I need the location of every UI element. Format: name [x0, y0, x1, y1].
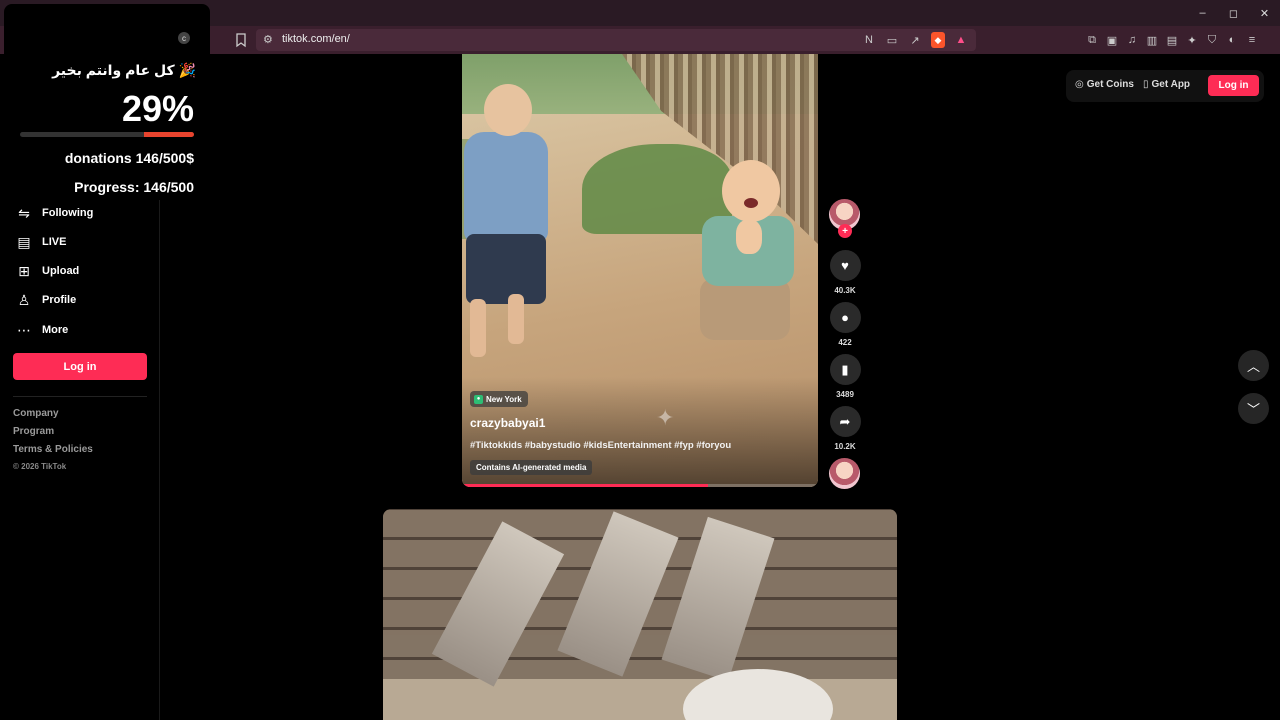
overlay-greeting: 🎉 كل عام وانتم بخير: [52, 62, 196, 78]
tab-icon[interactable]: ▣: [1105, 32, 1119, 48]
window-controls: – ◻ ✕: [1187, 0, 1280, 26]
brave-rewards-icon[interactable]: ▲: [954, 32, 968, 48]
leo-ai-icon[interactable]: ✦: [1185, 32, 1199, 48]
donation-progress-fill: [143, 132, 194, 137]
overlay-donations: donations 146/500$: [64, 150, 194, 166]
sidebar-login-button[interactable]: Log in: [13, 353, 147, 380]
video-player[interactable]: ✦ ● New York crazybabyai1 #Tiktokkids #b…: [462, 54, 818, 487]
phone-icon: ▯: [1143, 79, 1149, 90]
media-icon[interactable]: ♫: [1125, 32, 1139, 48]
sidebar-item-upload[interactable]: ⊞ Upload: [16, 261, 79, 281]
footer-link-company[interactable]: Company: [13, 408, 59, 419]
share-icon[interactable]: ↗: [908, 32, 922, 48]
profile-icon: ♙: [17, 291, 31, 308]
sidebar: ⇋ Following ▤ LIVE ⊞ Upload ♙ Profile ⋯ …: [0, 200, 160, 720]
copyright: © 2026 TikTok: [13, 462, 67, 471]
video-hashtags[interactable]: #Tiktokkids #babystudio #kidsEntertainme…: [470, 440, 731, 451]
cast-icon[interactable]: ▭: [885, 32, 899, 48]
location-tag[interactable]: ● New York: [470, 391, 528, 407]
overlay-percent: 29%: [121, 88, 194, 129]
minimize-button[interactable]: –: [1187, 0, 1218, 26]
share-action[interactable]: ➦ 10.2K: [829, 406, 861, 451]
save-action[interactable]: ▮ 3489: [829, 354, 861, 399]
video-progress-fill: [462, 484, 708, 487]
follow-plus-icon[interactable]: +: [838, 224, 852, 238]
video-username[interactable]: crazybabyai1: [470, 416, 545, 430]
donation-overlay: c 🎉 كل عام وانتم بخير 29% donations 146/…: [4, 4, 210, 200]
footer-link-program[interactable]: Program: [13, 426, 54, 437]
location-icon: ●: [474, 394, 483, 404]
overlay-progress: Progress: 146/500: [74, 179, 194, 195]
following-icon: ⇋: [18, 204, 30, 221]
url-text: tiktok.com/en/: [282, 33, 350, 45]
footer-link-terms[interactable]: Terms & Policies: [13, 444, 93, 455]
donation-progress-bar: [20, 132, 194, 137]
live-icon: ▤: [17, 233, 31, 250]
sidebar-item-more[interactable]: ⋯ More: [16, 320, 68, 340]
running-child: [462, 84, 552, 357]
close-button[interactable]: ✕: [1249, 0, 1280, 26]
get-app-button[interactable]: ▯ Get App: [1143, 79, 1190, 90]
sidebar-toggle-icon[interactable]: ▥: [1145, 32, 1159, 48]
bookmark-save-icon[interactable]: ▮: [829, 354, 861, 385]
brave-shields-icon[interactable]: ◆: [931, 32, 945, 48]
sidebar-divider: [13, 396, 147, 397]
maximize-button[interactable]: ◻: [1218, 0, 1249, 26]
more-icon: ⋯: [17, 321, 31, 338]
crying-child: [692, 160, 802, 360]
sidebar-item-live[interactable]: ▤ LIVE: [16, 232, 66, 252]
overlay-logo-icon: c: [178, 32, 190, 44]
menu-icon[interactable]: ≡: [1245, 32, 1259, 48]
next-video-button[interactable]: ﹀: [1238, 393, 1269, 424]
get-coins-button[interactable]: ◎ Get Coins: [1075, 79, 1134, 90]
like-action[interactable]: ♥ 40.3K: [829, 250, 861, 295]
chevron-up-icon: ︿: [1246, 359, 1260, 374]
header-actions: ◎ Get Coins ▯ Get App Log in: [1066, 70, 1264, 102]
bookmark-icon[interactable]: [233, 32, 249, 48]
heart-icon[interactable]: ♥: [829, 250, 861, 281]
next-video-preview[interactable]: [383, 509, 897, 720]
previous-video-button[interactable]: ︿: [1238, 350, 1269, 381]
chevron-down-icon: ﹀: [1246, 402, 1260, 417]
profile-avatar-icon[interactable]: ◐: [1225, 32, 1239, 48]
sparkle-icon: ✦: [656, 405, 675, 430]
extensions-icon[interactable]: ⧉: [1085, 32, 1099, 48]
site-settings-icon[interactable]: ⚙: [263, 33, 273, 46]
header-login-button[interactable]: Log in: [1208, 75, 1259, 96]
comment-icon[interactable]: ●: [829, 302, 861, 333]
vpn-icon[interactable]: ⛉: [1205, 32, 1219, 48]
extension-icons: ⧉ ▣ ♫ ▥ ▤ ✦ ⛉ ◐ ≡: [1085, 32, 1259, 48]
translate-icon[interactable]: N: [862, 32, 876, 48]
sound-avatar[interactable]: [829, 458, 860, 489]
sidebar-item-following[interactable]: ⇋ Following: [16, 203, 93, 223]
upload-icon: ⊞: [18, 262, 30, 279]
sidebar-item-profile[interactable]: ♙ Profile: [16, 290, 77, 310]
address-bar[interactable]: ⚙ tiktok.com/en/ N ▭ ↗ ◆ ▲: [256, 29, 976, 51]
coin-icon: ◎: [1075, 79, 1084, 90]
comment-action[interactable]: ● 422: [829, 302, 861, 347]
wallet-icon[interactable]: ▤: [1165, 32, 1179, 48]
video-progress-bar[interactable]: [462, 484, 818, 487]
share-arrow-icon[interactable]: ➦: [829, 406, 861, 437]
ai-generated-label: Contains AI-generated media: [470, 460, 593, 475]
